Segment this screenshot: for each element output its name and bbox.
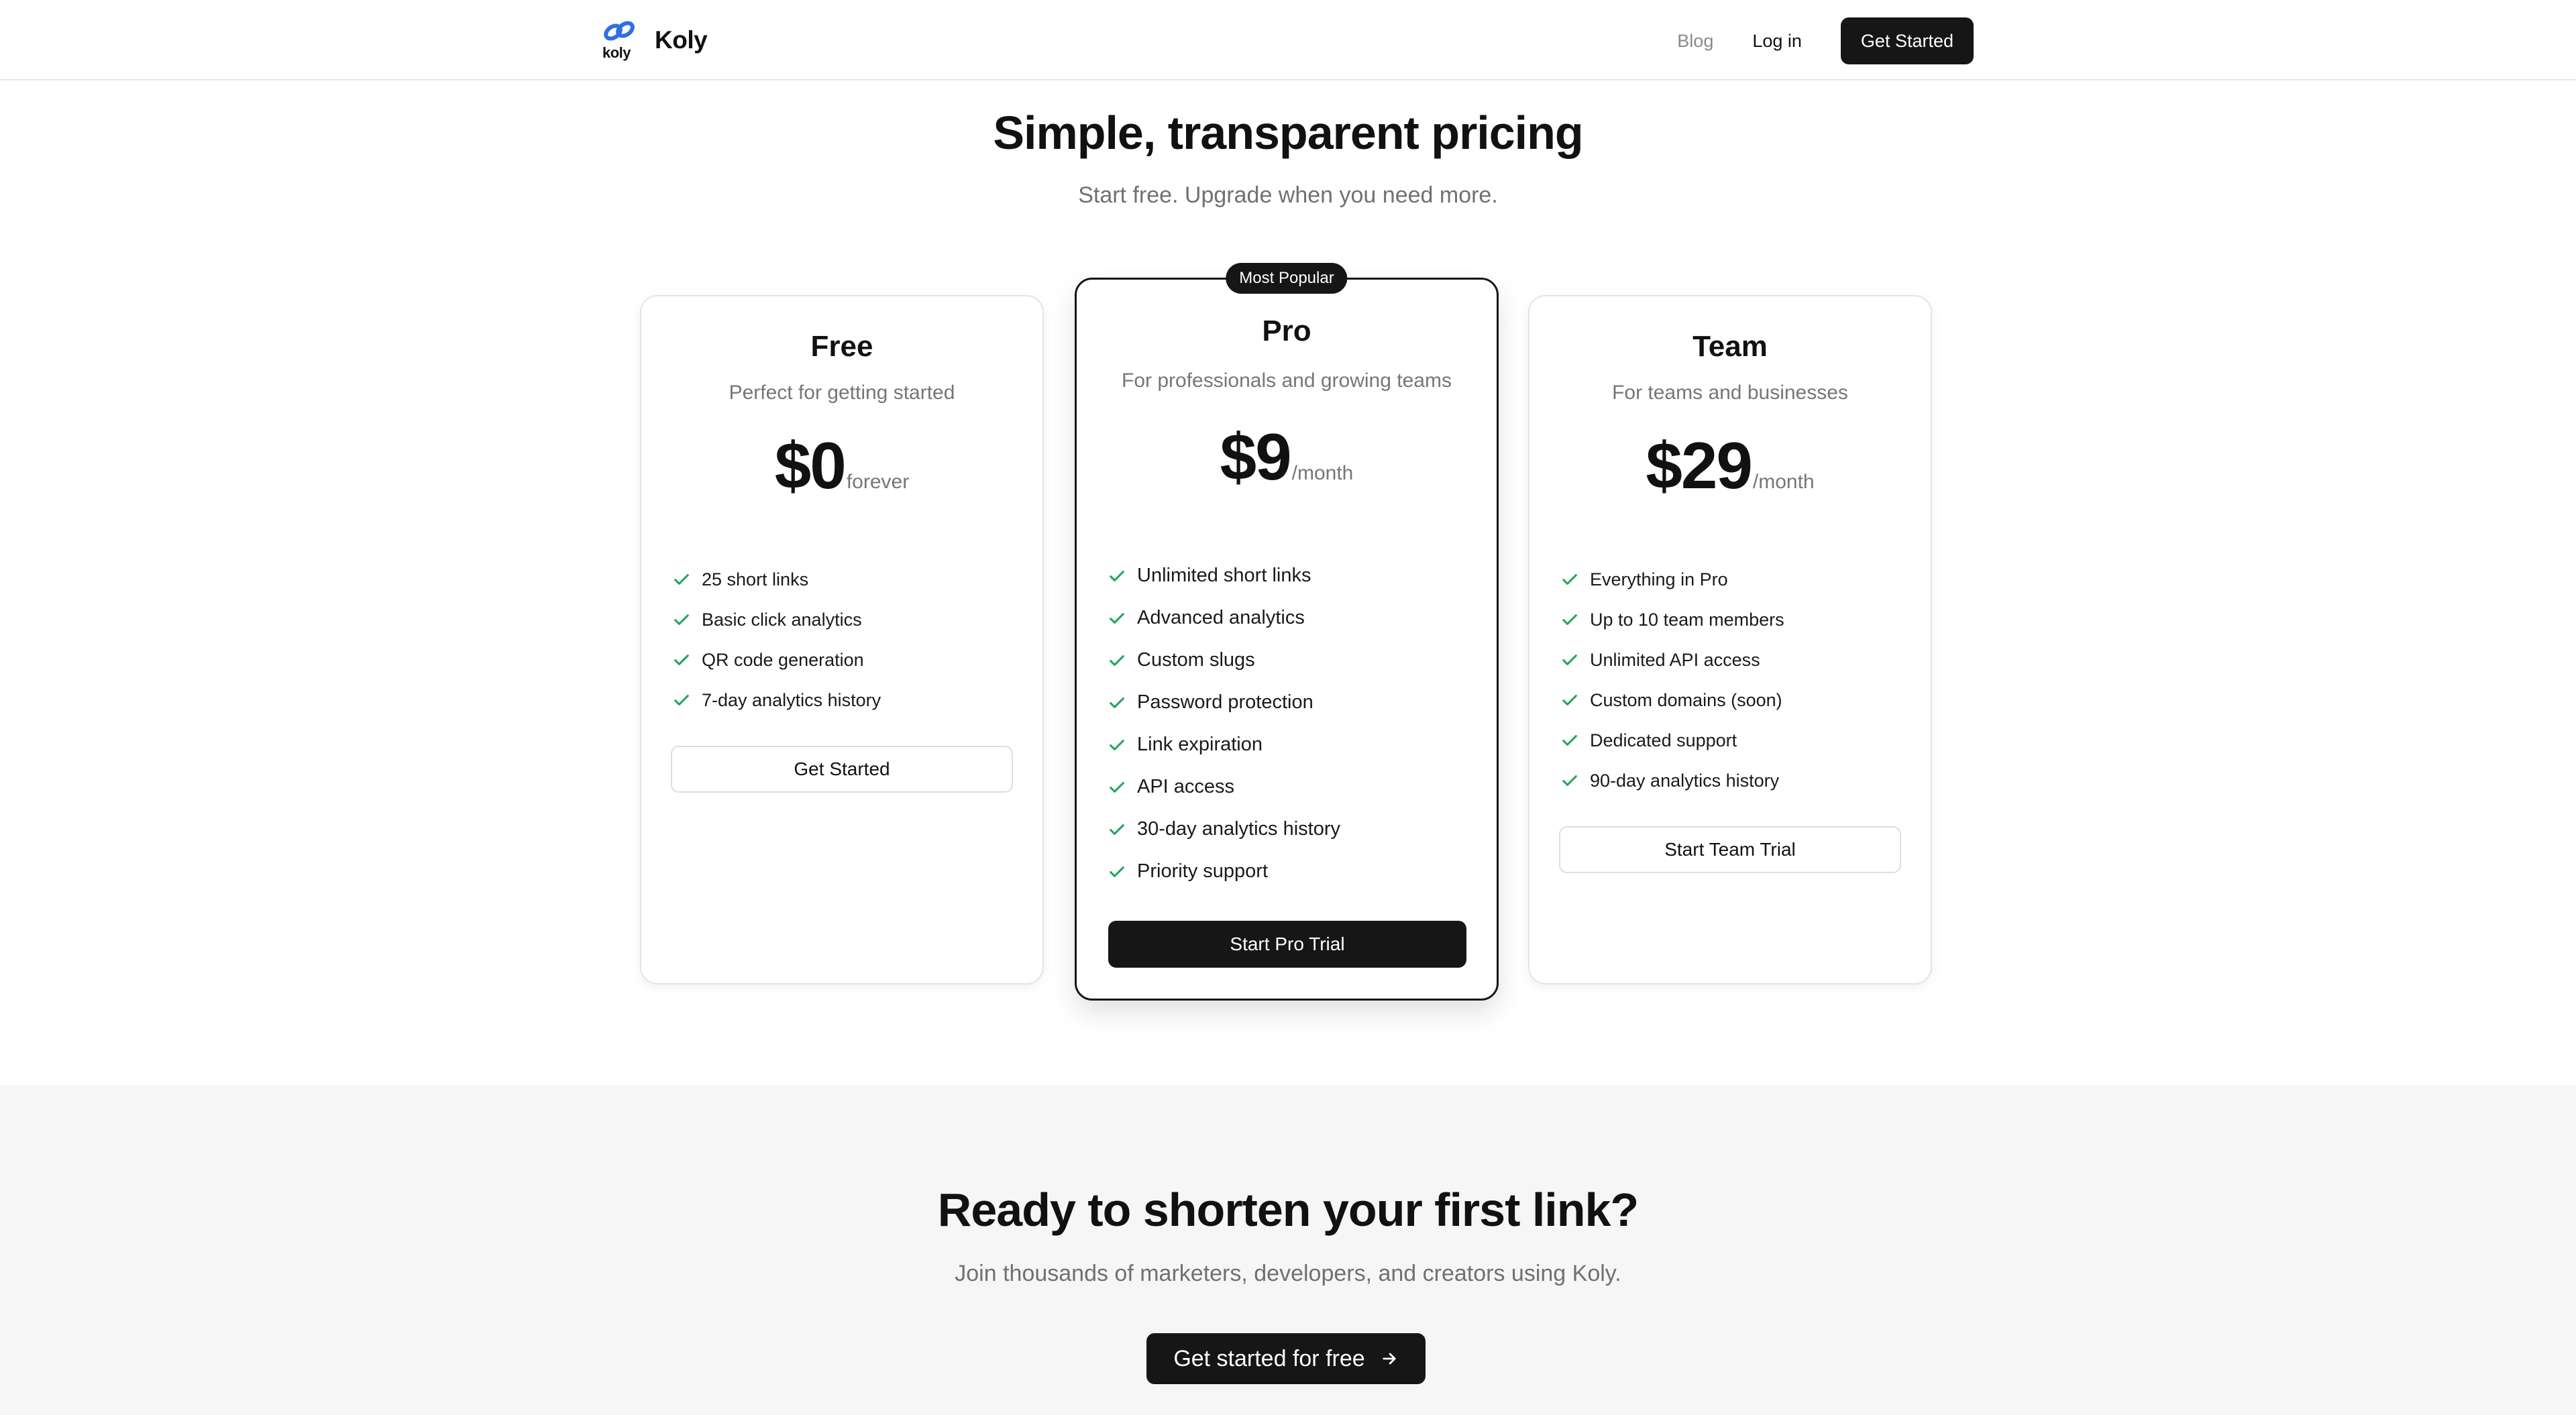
cta-title: Ready to shorten your first link?: [937, 1184, 1639, 1236]
feature-item: Custom domains (soon): [1560, 680, 1784, 720]
free-get-started-button[interactable]: Get Started: [671, 746, 1013, 793]
page-subtitle: Start free. Upgrade when you need more.: [1078, 182, 1498, 208]
feature-item: QR code generation: [672, 640, 881, 680]
check-icon: [1110, 866, 1124, 877]
top-navbar: koly Koly Blog Log in Get Started: [0, 0, 2576, 80]
feature-label: Up to 10 team members: [1590, 609, 1784, 630]
plan-description: For teams and businesses: [1612, 382, 1848, 404]
plan-description: Perfect for getting started: [729, 382, 955, 404]
plan-price: $0 forever: [641, 428, 1042, 504]
check-icon: [674, 695, 689, 705]
feature-label: Priority support: [1137, 860, 1269, 882]
check-icon: [1562, 775, 1577, 786]
feature-item: 30-day analytics history: [1108, 808, 1340, 850]
check-icon: [1562, 695, 1577, 705]
arrow-right-icon: [1380, 1349, 1399, 1368]
price-period: forever: [846, 471, 910, 493]
feature-label: Password protection: [1137, 691, 1313, 713]
feature-item: 90-day analytics history: [1560, 760, 1784, 801]
feature-label: Advanced analytics: [1137, 607, 1305, 628]
plan-name: Free: [810, 330, 873, 363]
plan-name: Team: [1693, 330, 1768, 363]
feature-item: 7-day analytics history: [672, 680, 881, 720]
feature-label: QR code generation: [702, 649, 864, 670]
price-amount: $29: [1646, 429, 1753, 502]
feature-item: Advanced analytics: [1108, 597, 1340, 639]
link-logo-icon: koly: [601, 20, 640, 61]
feature-label: API access: [1137, 776, 1235, 797]
cta-button-label: Get started for free: [1173, 1345, 1365, 1371]
pricing-page: koly Koly Blog Log in Get Started Simple…: [0, 0, 2576, 1415]
price-period: /month: [1752, 471, 1815, 493]
check-icon: [674, 655, 689, 665]
feature-list: 25 short links Basic click analytics QR …: [672, 559, 881, 720]
feature-item: Password protection: [1108, 681, 1340, 724]
feature-label: 90-day analytics history: [1590, 770, 1780, 791]
check-icon: [1562, 614, 1577, 625]
plan-description: For professionals and growing teams: [1122, 370, 1452, 392]
start-pro-trial-button[interactable]: Start Pro Trial: [1108, 921, 1466, 968]
plan-price: $9 /month: [1077, 419, 1497, 495]
check-icon: [1110, 612, 1124, 624]
check-icon: [674, 574, 689, 585]
feature-item: 25 short links: [672, 559, 881, 600]
cta-section: Ready to shorten your first link? Join t…: [0, 1085, 2576, 1415]
price-amount: $0: [774, 429, 847, 502]
check-icon: [1562, 655, 1577, 665]
feature-label: Dedicated support: [1590, 730, 1737, 750]
check-icon: [1110, 739, 1124, 750]
check-icon: [1110, 570, 1124, 581]
feature-item: Unlimited API access: [1560, 640, 1784, 680]
feature-label: Basic click analytics: [702, 609, 862, 630]
price-period: /month: [1291, 462, 1354, 484]
nav-blog-link[interactable]: Blog: [1677, 31, 1713, 52]
check-icon: [674, 614, 689, 625]
start-team-trial-button[interactable]: Start Team Trial: [1559, 826, 1901, 873]
plan-price: $29 /month: [1529, 428, 1931, 504]
feature-label: Link expiration: [1137, 734, 1263, 755]
feature-item: Everything in Pro: [1560, 559, 1784, 600]
cta-subtitle: Join thousands of marketers, developers,…: [955, 1261, 1621, 1286]
plan-card-free: Free Perfect for getting started $0 fore…: [640, 295, 1044, 984]
feature-label: Unlimited short links: [1137, 565, 1311, 586]
feature-label: Unlimited API access: [1590, 649, 1760, 670]
feature-label: Custom domains (soon): [1590, 689, 1782, 710]
brand-name: Koly: [655, 26, 708, 54]
feature-item: Dedicated support: [1560, 720, 1784, 760]
feature-item: API access: [1108, 766, 1340, 808]
plan-card-pro: Most Popular Pro For professionals and g…: [1075, 263, 1499, 1001]
logo-wordmark: koly: [602, 44, 631, 61]
price-amount: $9: [1220, 420, 1292, 494]
feature-label: Everything in Pro: [1590, 569, 1728, 589]
page-title: Simple, transparent pricing: [993, 107, 1583, 159]
most-popular-badge: Most Popular: [1226, 263, 1348, 294]
check-icon: [1110, 824, 1124, 835]
get-started-free-button[interactable]: Get started for free: [1146, 1333, 1426, 1384]
feature-item: Up to 10 team members: [1560, 600, 1784, 640]
plan-name: Pro: [1262, 315, 1311, 347]
check-icon: [1110, 781, 1124, 793]
check-icon: [1110, 697, 1124, 708]
feature-item: Basic click analytics: [672, 600, 881, 640]
feature-item: Link expiration: [1108, 724, 1340, 766]
check-icon: [1110, 655, 1124, 666]
nav-login-link[interactable]: Log in: [1752, 31, 1802, 52]
feature-list: Everything in Pro Up to 10 team members …: [1560, 559, 1784, 801]
nav-actions: Blog Log in Get Started: [1677, 17, 1974, 64]
feature-list: Unlimited short links Advanced analytics…: [1108, 555, 1340, 893]
check-icon: [1562, 735, 1577, 746]
feature-label: 7-day analytics history: [702, 689, 881, 710]
check-icon: [1562, 574, 1577, 585]
brand-logo-link[interactable]: koly Koly: [601, 20, 708, 61]
feature-item: Unlimited short links: [1108, 555, 1340, 597]
feature-label: Custom slugs: [1137, 649, 1255, 671]
feature-label: 30-day analytics history: [1137, 818, 1341, 840]
feature-item: Priority support: [1108, 850, 1340, 893]
nav-get-started-button[interactable]: Get Started: [1840, 17, 1974, 64]
feature-item: Custom slugs: [1108, 639, 1340, 681]
plan-card-team: Team For teams and businesses $29 /month…: [1528, 295, 1932, 984]
feature-label: 25 short links: [702, 569, 809, 589]
